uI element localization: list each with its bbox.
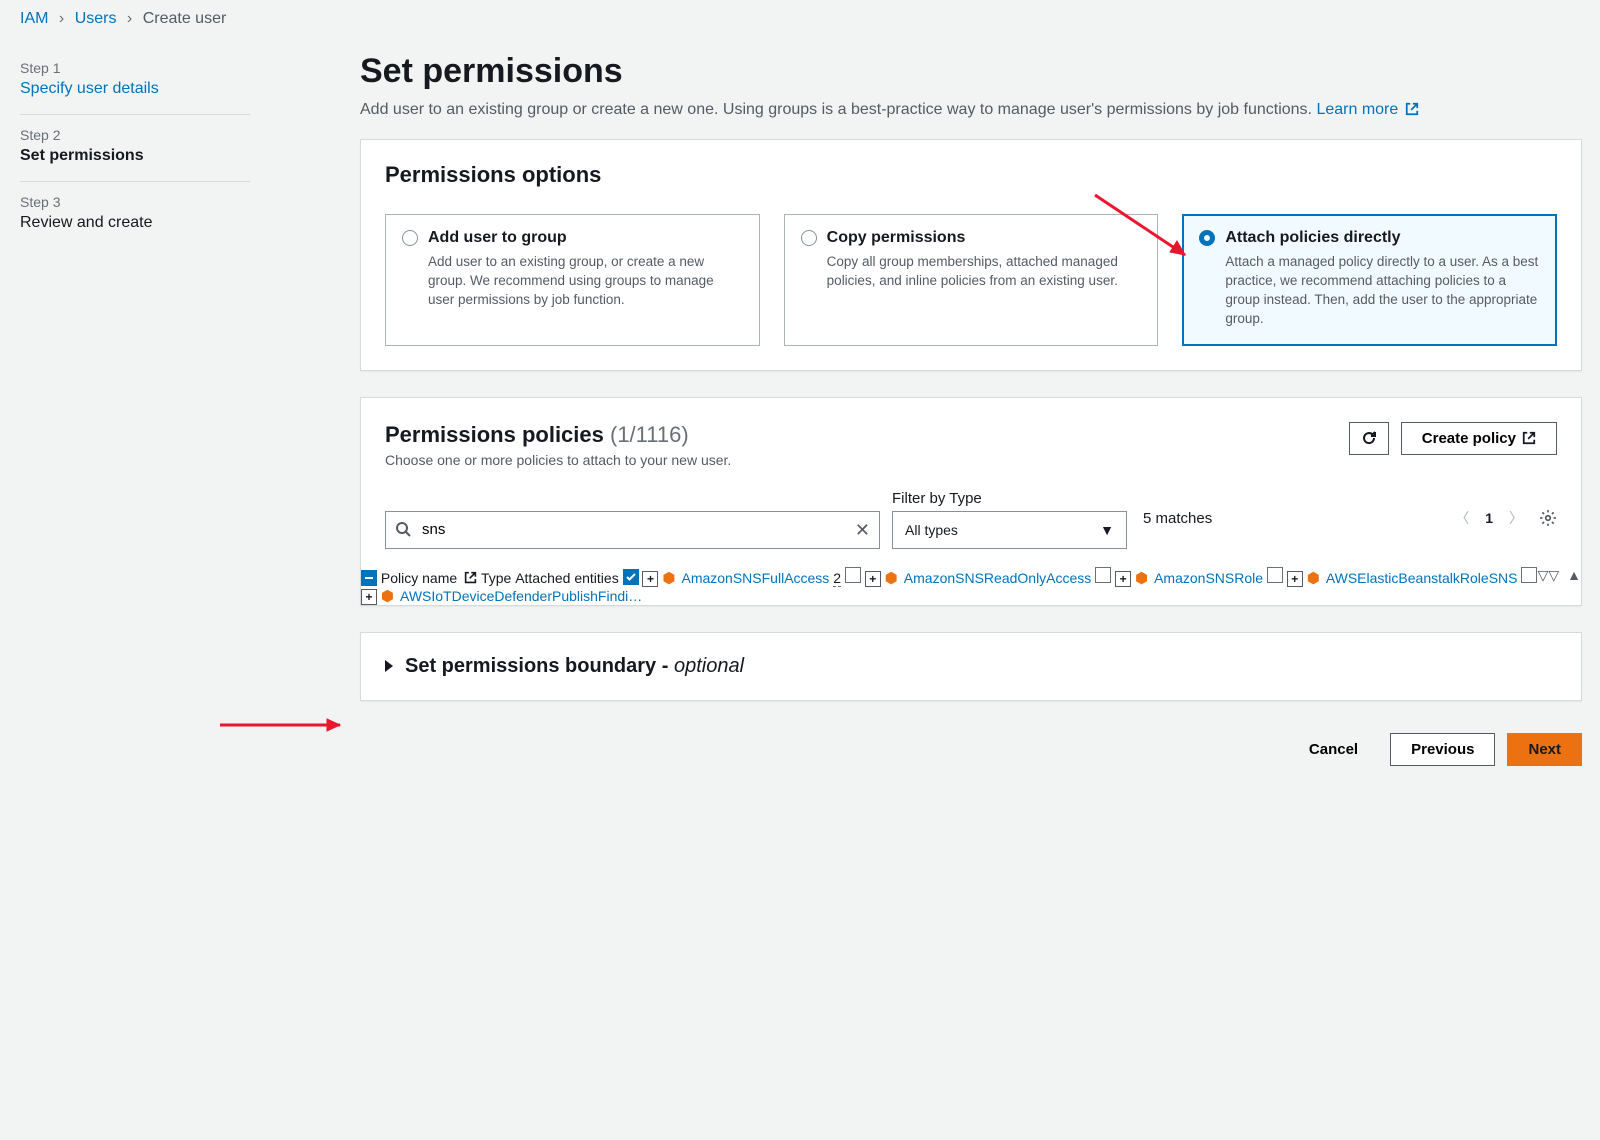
permissions-policies-panel: Permissions policies (1/1116) Choose one…: [360, 397, 1582, 606]
boundary-optional: optional: [674, 655, 744, 677]
clear-icon[interactable]: ✕: [855, 520, 870, 541]
gear-icon: [1539, 509, 1557, 527]
policy-search-input[interactable]: [385, 511, 880, 549]
expand-button[interactable]: +: [1115, 571, 1131, 587]
panel-title: Permissions options: [385, 162, 1557, 188]
option-title: Copy permissions: [827, 229, 966, 247]
breadcrumb-users[interactable]: Users: [75, 10, 117, 27]
option-attach-directly[interactable]: Attach policies directly Attach a manage…: [1182, 214, 1557, 346]
col-policy-name[interactable]: Policy name: [381, 570, 457, 586]
learn-more-link[interactable]: Learn more: [1316, 101, 1418, 118]
page-number: 1: [1485, 510, 1493, 526]
caret-down-icon: ▼: [1100, 522, 1114, 538]
external-link-icon: [1522, 431, 1536, 445]
row-checkbox[interactable]: [1521, 567, 1537, 583]
refresh-button[interactable]: [1349, 422, 1389, 455]
permissions-options-panel: Permissions options Add user to group Ad…: [360, 139, 1582, 371]
row-checkbox[interactable]: [845, 567, 861, 583]
policies-table: Policy name ▲ Type ▽ Attached entities: [361, 570, 1537, 604]
radio-icon[interactable]: [801, 230, 817, 246]
page-description: Add user to an existing group or create …: [360, 101, 1582, 119]
expand-button[interactable]: +: [361, 589, 377, 605]
col-attached[interactable]: Attached entities: [515, 570, 619, 586]
step-1[interactable]: Step 1 Specify user details: [20, 48, 250, 115]
step-title: Set permissions: [20, 147, 250, 165]
col-type[interactable]: Type: [481, 570, 511, 586]
expand-button[interactable]: +: [1287, 571, 1303, 587]
filter-icon[interactable]: ▽: [1538, 567, 1549, 584]
next-button[interactable]: Next: [1507, 733, 1582, 766]
policy-box-icon: ⬢: [885, 570, 898, 587]
option-desc: Copy all group memberships, attached man…: [801, 253, 1142, 291]
option-add-to-group[interactable]: Add user to group Add user to an existin…: [385, 214, 760, 346]
step-title: Review and create: [20, 214, 250, 232]
option-copy-permissions[interactable]: Copy permissions Copy all group membersh…: [784, 214, 1159, 346]
chevron-right-icon: ›: [127, 10, 132, 27]
breadcrumb-iam[interactable]: IAM: [20, 10, 48, 27]
policy-box-icon: ⬢: [662, 570, 675, 587]
external-link-icon: [464, 571, 477, 584]
option-title: Add user to group: [428, 229, 567, 247]
search-icon: [395, 521, 411, 537]
expand-button[interactable]: +: [865, 571, 881, 587]
option-desc: Add user to an existing group, or create…: [402, 253, 743, 310]
policy-link[interactable]: AWSElasticBeanstalkRoleSNS: [1326, 570, 1518, 586]
filter-icon[interactable]: ▽: [1548, 567, 1559, 584]
cancel-button[interactable]: Cancel: [1289, 733, 1378, 766]
radio-icon[interactable]: [1199, 230, 1215, 246]
option-title: Attach policies directly: [1225, 229, 1400, 247]
boundary-title: Set permissions boundary -: [405, 655, 674, 677]
row-checkbox[interactable]: [623, 569, 639, 585]
step-label: Step 1: [20, 60, 250, 76]
settings-gear[interactable]: [1539, 509, 1557, 527]
create-policy-button[interactable]: Create policy: [1401, 422, 1557, 455]
refresh-icon: [1361, 430, 1377, 446]
policy-box-icon: ⬢: [381, 588, 394, 605]
select-all-checkbox[interactable]: [361, 570, 377, 586]
step-3: Step 3 Review and create: [20, 182, 250, 248]
policies-count: (1/1116): [610, 422, 689, 447]
row-checkbox[interactable]: [1267, 567, 1283, 583]
policies-title: Permissions policies (1/1116): [385, 422, 689, 447]
radio-icon[interactable]: [402, 230, 418, 246]
row-checkbox[interactable]: [1095, 567, 1111, 583]
policy-box-icon: ⬢: [1135, 570, 1148, 587]
wizard-footer: Cancel Previous Next: [360, 727, 1582, 766]
step-label: Step 3: [20, 194, 250, 210]
steps-sidebar: Step 1 Specify user details Step 2 Set p…: [0, 38, 270, 796]
breadcrumb-current: Create user: [143, 10, 227, 27]
filter-type-label: Filter by Type: [892, 490, 1127, 507]
policy-box-icon: ⬢: [1307, 570, 1320, 587]
external-link-icon: [1405, 102, 1419, 116]
filter-type-select[interactable]: All types ▼: [892, 511, 1127, 549]
previous-button[interactable]: Previous: [1390, 733, 1495, 766]
pagination: 〈 1 〉: [1455, 508, 1557, 528]
step-title[interactable]: Specify user details: [20, 80, 250, 98]
permissions-boundary-panel[interactable]: Set permissions boundary - optional: [360, 632, 1582, 701]
policy-link[interactable]: AmazonSNSReadOnlyAccess: [904, 570, 1092, 586]
step-2: Step 2 Set permissions: [20, 115, 250, 182]
policies-subtitle: Choose one or more policies to attach to…: [385, 452, 731, 468]
sort-asc-icon[interactable]: ▲: [1567, 567, 1581, 583]
expand-button[interactable]: +: [642, 571, 658, 587]
policy-link[interactable]: AWSIoTDeviceDefenderPublishFindi…: [400, 588, 642, 604]
caret-right-icon[interactable]: [385, 660, 393, 672]
page-prev[interactable]: 〈: [1455, 508, 1469, 528]
search-wrap: ✕: [385, 511, 880, 549]
match-count: 5 matches: [1143, 510, 1212, 527]
breadcrumb: IAM › Users › Create user: [0, 0, 1600, 38]
page-next[interactable]: 〉: [1509, 508, 1523, 528]
step-label: Step 2: [20, 127, 250, 143]
policy-link[interactable]: AmazonSNSFullAccess: [681, 570, 829, 586]
page-title: Set permissions: [360, 52, 1582, 91]
policy-link[interactable]: AmazonSNSRole: [1154, 570, 1263, 586]
chevron-right-icon: ›: [59, 10, 64, 27]
option-desc: Attach a managed policy directly to a us…: [1199, 253, 1540, 329]
